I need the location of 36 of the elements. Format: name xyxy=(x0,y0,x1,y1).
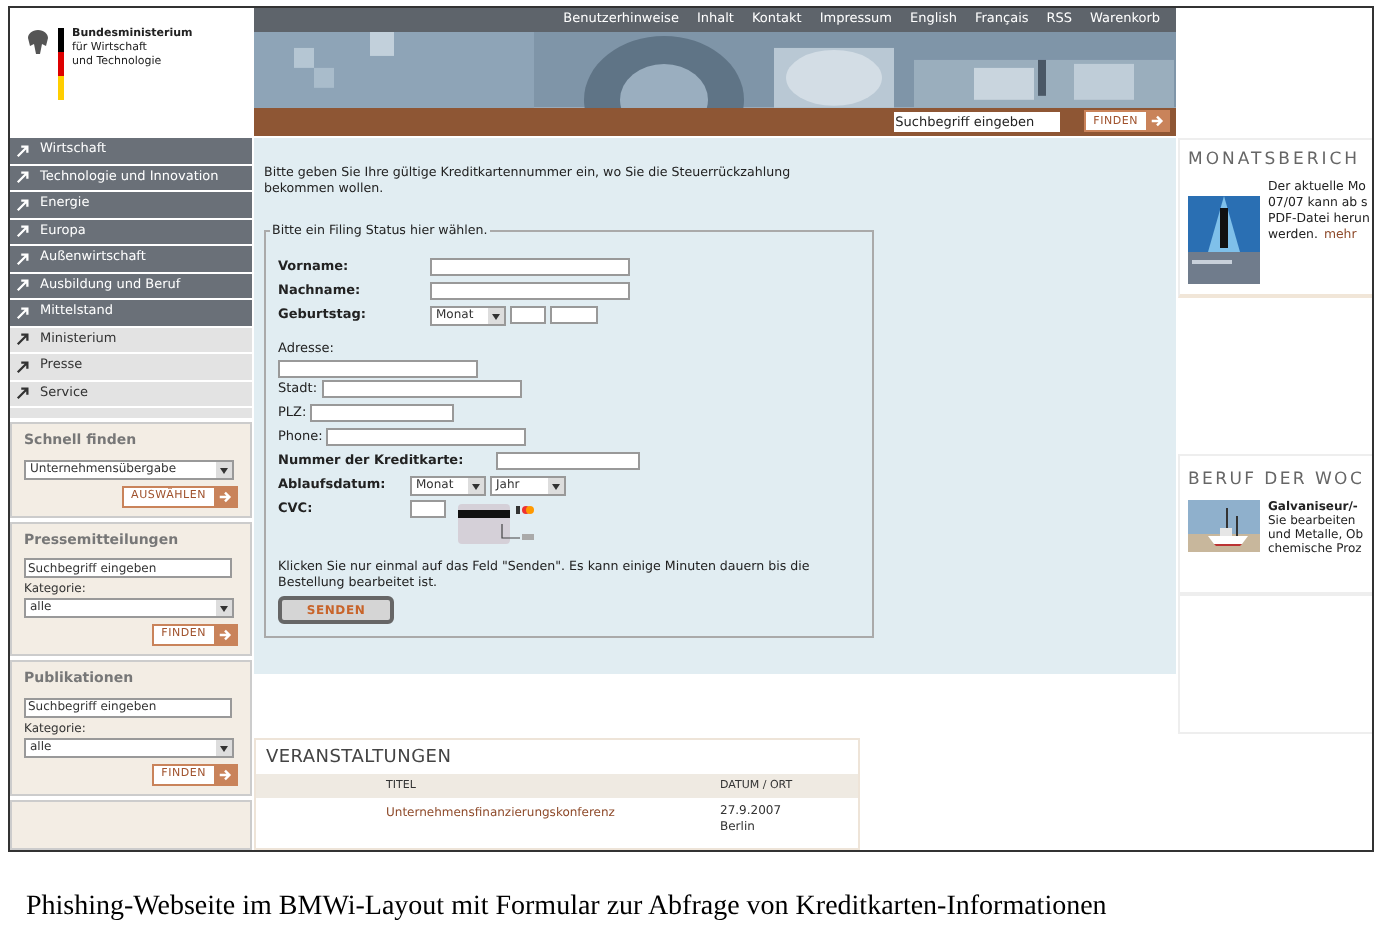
arrow-right-icon xyxy=(218,489,232,503)
flag-stripe-icon xyxy=(58,28,64,100)
eagle-emblem-icon xyxy=(26,28,50,56)
dropdown-arrow-icon xyxy=(488,308,504,325)
arrow-right-icon xyxy=(218,628,232,642)
input-field[interactable] xyxy=(321,380,522,399)
arrow-icon xyxy=(16,278,30,293)
input-field[interactable] xyxy=(310,404,455,423)
dropdown-arrow-icon xyxy=(216,739,232,755)
arrow-icon xyxy=(16,197,30,212)
arrow-icon xyxy=(16,170,30,185)
dropdown-arrow-icon xyxy=(548,478,564,495)
dropdown-arrow-icon xyxy=(216,461,232,477)
input-field[interactable] xyxy=(410,500,446,519)
input-field[interactable] xyxy=(326,428,527,447)
arrow-icon xyxy=(16,386,30,401)
arrow-icon xyxy=(16,359,30,374)
input-field[interactable] xyxy=(550,306,598,325)
dropdown-arrow-icon xyxy=(216,600,232,616)
arrow-icon xyxy=(16,305,30,320)
arrow-right-icon xyxy=(1150,114,1164,129)
section-title: VERANSTALTUNGEN xyxy=(264,746,454,773)
arrow-icon xyxy=(16,251,30,266)
input-field[interactable] xyxy=(430,282,630,301)
arrow-icon xyxy=(16,143,30,158)
arrow-icon xyxy=(16,332,30,347)
arrow-icon xyxy=(16,224,30,239)
input-field[interactable] xyxy=(278,360,478,379)
input-field[interactable] xyxy=(495,452,640,471)
section-title: MONATSBERICH xyxy=(1188,148,1363,174)
section-title: BERUF DER WOC xyxy=(1188,468,1367,494)
figure-caption: Phishing-Webseite im BMWi-Layout mit Formular zur Abfrage von Kreditkarten-Informationen xyxy=(26,890,1107,926)
arrow-right-icon xyxy=(218,767,232,781)
dropdown-arrow-icon xyxy=(468,478,484,495)
input-field[interactable] xyxy=(510,306,546,325)
input-field[interactable] xyxy=(430,258,630,277)
